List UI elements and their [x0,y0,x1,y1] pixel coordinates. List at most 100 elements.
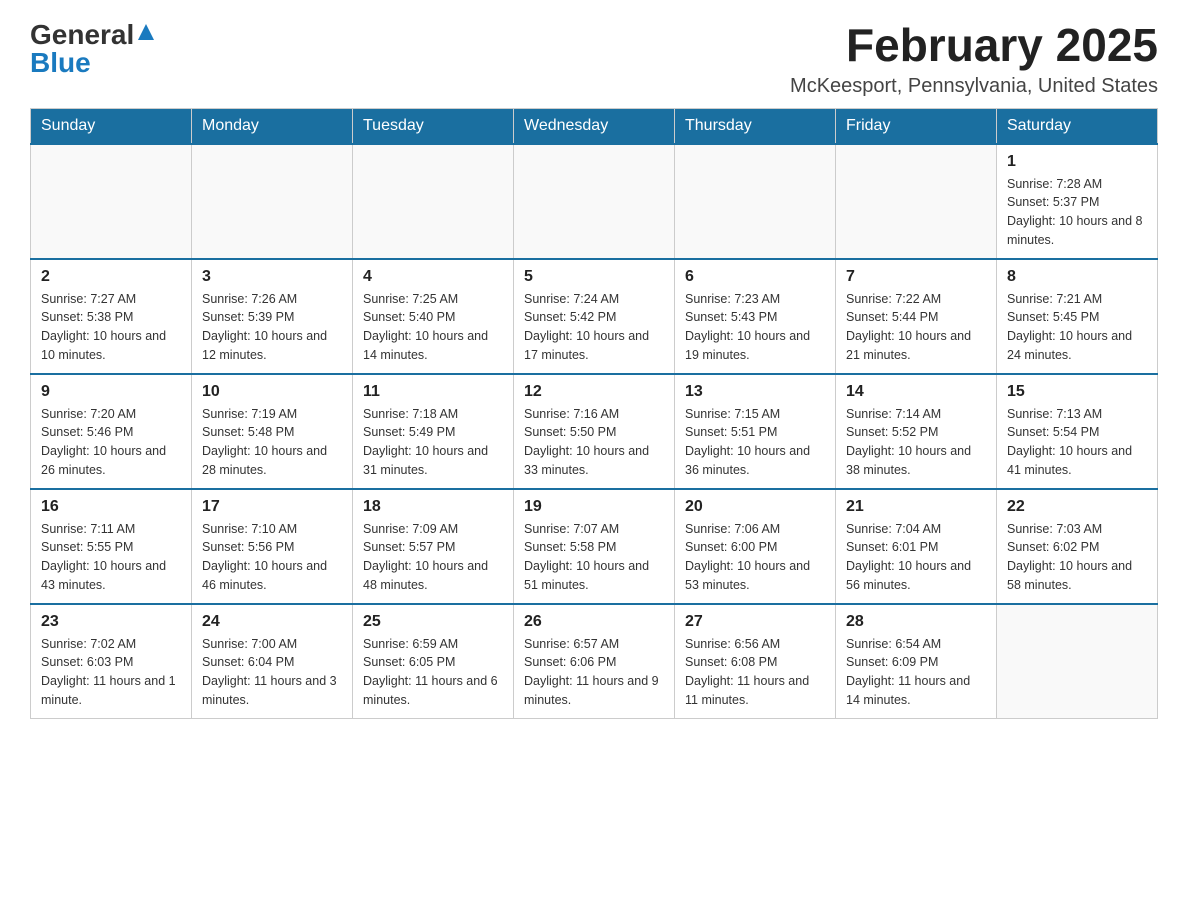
day-number: 10 [202,383,342,401]
calendar-header-thursday: Thursday [675,108,836,144]
day-number: 15 [1007,383,1147,401]
calendar-cell: 11 Sunrise: 7:18 AMSunset: 5:49 PMDayligh… [353,374,514,489]
calendar-cell: 21 Sunrise: 7:04 AMSunset: 6:01 PMDayligh… [836,489,997,604]
logo: General Blue [30,20,155,77]
calendar-header-tuesday: Tuesday [353,108,514,144]
day-number: 11 [363,383,503,401]
day-info: Sunrise: 7:21 AMSunset: 5:45 PMDaylight:… [1007,290,1147,365]
day-info: Sunrise: 7:09 AMSunset: 5:57 PMDaylight:… [363,520,503,595]
calendar-cell [514,144,675,259]
day-info: Sunrise: 7:22 AMSunset: 5:44 PMDaylight:… [846,290,986,365]
calendar-cell: 19Sunrise: 7:07 AMSunset: 5:58 PMDayligh… [514,489,675,604]
calendar-header-row: SundayMondayTuesdayWednesdayThursdayFrid… [31,108,1158,144]
day-number: 7 [846,268,986,286]
day-number: 18 [363,498,503,516]
day-info: Sunrise: 7:04 AMSunset: 6:01 PMDaylight:… [846,520,986,595]
day-info: Sunrise: 7:27 AMSunset: 5:38 PMDaylight:… [41,290,181,365]
day-info: Sunrise: 7:03 AMSunset: 6:02 PMDaylight:… [1007,520,1147,595]
day-info: Sunrise: 7:07 AMSunset: 5:58 PMDaylight:… [524,520,664,595]
day-info: Sunrise: 7:28 AMSunset: 5:37 PMDaylight:… [1007,175,1147,250]
day-info: Sunrise: 7:14 AMSunset: 5:52 PMDaylight:… [846,405,986,480]
day-info: Sunrise: 6:59 AMSunset: 6:05 PMDaylight:… [363,635,503,710]
day-info: Sunrise: 7:23 AMSunset: 5:43 PMDaylight:… [685,290,825,365]
day-number: 9 [41,383,181,401]
day-number: 13 [685,383,825,401]
calendar-cell: 12Sunrise: 7:16 AMSunset: 5:50 PMDayligh… [514,374,675,489]
calendar-cell [192,144,353,259]
calendar-cell: 27Sunrise: 6:56 AMSunset: 6:08 PMDayligh… [675,604,836,719]
day-number: 20 [685,498,825,516]
day-number: 23 [41,613,181,631]
day-number: 26 [524,613,664,631]
calendar-cell: 8 Sunrise: 7:21 AMSunset: 5:45 PMDaylight… [997,259,1158,374]
day-info: Sunrise: 7:15 AMSunset: 5:51 PMDaylight:… [685,405,825,480]
calendar-cell: 26 Sunrise: 6:57 AMSunset: 6:06 PMDayligh… [514,604,675,719]
day-number: 27 [685,613,825,631]
calendar-cell: 18 Sunrise: 7:09 AMSunset: 5:57 PMDayligh… [353,489,514,604]
day-info: Sunrise: 6:57 AMSunset: 6:06 PMDaylight:… [524,635,664,710]
page-header: General Blue February 2025 McKeesport, P… [30,20,1158,98]
calendar-cell: 7 Sunrise: 7:22 AMSunset: 5:44 PMDaylight… [836,259,997,374]
calendar-cell: 20 Sunrise: 7:06 AMSunset: 6:00 PMDayligh… [675,489,836,604]
calendar-header-saturday: Saturday [997,108,1158,144]
calendar-cell: 25 Sunrise: 6:59 AMSunset: 6:05 PMDayligh… [353,604,514,719]
calendar-cell: 28 Sunrise: 6:54 AMSunset: 6:09 PMDayligh… [836,604,997,719]
day-number: 8 [1007,268,1147,286]
day-info: Sunrise: 7:26 AMSunset: 5:39 PMDaylight:… [202,290,342,365]
calendar-cell [997,604,1158,719]
calendar-cell: 5Sunrise: 7:24 AMSunset: 5:42 PMDaylight… [514,259,675,374]
day-info: Sunrise: 7:16 AMSunset: 5:50 PMDaylight:… [524,405,664,480]
calendar-cell: 10 Sunrise: 7:19 AMSunset: 5:48 PMDayligh… [192,374,353,489]
week-row-1: 1 Sunrise: 7:28 AMSunset: 5:37 PMDaylight… [31,144,1158,259]
calendar-cell: 15Sunrise: 7:13 AMSunset: 5:54 PMDayligh… [997,374,1158,489]
logo-triangle-icon [137,23,155,46]
calendar-cell: 13 Sunrise: 7:15 AMSunset: 5:51 PMDayligh… [675,374,836,489]
day-info: Sunrise: 7:24 AMSunset: 5:42 PMDaylight:… [524,290,664,365]
week-row-3: 9Sunrise: 7:20 AMSunset: 5:46 PMDaylight… [31,374,1158,489]
day-info: Sunrise: 7:00 AMSunset: 6:04 PMDaylight:… [202,635,342,710]
week-row-2: 2 Sunrise: 7:27 AMSunset: 5:38 PMDaylight… [31,259,1158,374]
day-number: 16 [41,498,181,516]
calendar-cell: 17 Sunrise: 7:10 AMSunset: 5:56 PMDayligh… [192,489,353,604]
calendar-header-friday: Friday [836,108,997,144]
day-info: Sunrise: 7:02 AMSunset: 6:03 PMDaylight:… [41,635,181,710]
logo-blue-text: Blue [30,49,91,77]
calendar-cell [353,144,514,259]
day-number: 3 [202,268,342,286]
calendar-cell: 6 Sunrise: 7:23 AMSunset: 5:43 PMDaylight… [675,259,836,374]
calendar-cell: 23 Sunrise: 7:02 AMSunset: 6:03 PMDayligh… [31,604,192,719]
calendar-cell: 1 Sunrise: 7:28 AMSunset: 5:37 PMDaylight… [997,144,1158,259]
day-number: 28 [846,613,986,631]
location-subtitle: McKeesport, Pennsylvania, United States [790,75,1158,98]
day-number: 6 [685,268,825,286]
day-number: 4 [363,268,503,286]
calendar-cell: 22 Sunrise: 7:03 AMSunset: 6:02 PMDayligh… [997,489,1158,604]
day-number: 24 [202,613,342,631]
calendar-cell [836,144,997,259]
day-number: 25 [363,613,503,631]
day-number: 21 [846,498,986,516]
calendar-cell [31,144,192,259]
day-info: Sunrise: 7:25 AMSunset: 5:40 PMDaylight:… [363,290,503,365]
calendar-header-wednesday: Wednesday [514,108,675,144]
day-number: 17 [202,498,342,516]
title-block: February 2025 McKeesport, Pennsylvania, … [790,20,1158,98]
calendar-cell: 9Sunrise: 7:20 AMSunset: 5:46 PMDaylight… [31,374,192,489]
day-number: 2 [41,268,181,286]
calendar-cell: 3 Sunrise: 7:26 AMSunset: 5:39 PMDaylight… [192,259,353,374]
day-info: Sunrise: 7:19 AMSunset: 5:48 PMDaylight:… [202,405,342,480]
day-number: 22 [1007,498,1147,516]
month-title: February 2025 [790,20,1158,71]
day-number: 1 [1007,153,1147,171]
calendar-cell: 16 Sunrise: 7:11 AMSunset: 5:55 PMDayligh… [31,489,192,604]
day-info: Sunrise: 7:18 AMSunset: 5:49 PMDaylight:… [363,405,503,480]
day-info: Sunrise: 6:54 AMSunset: 6:09 PMDaylight:… [846,635,986,710]
calendar-cell [675,144,836,259]
calendar-cell: 14Sunrise: 7:14 AMSunset: 5:52 PMDayligh… [836,374,997,489]
calendar-cell: 4 Sunrise: 7:25 AMSunset: 5:40 PMDaylight… [353,259,514,374]
week-row-5: 23 Sunrise: 7:02 AMSunset: 6:03 PMDayligh… [31,604,1158,719]
calendar-cell: 24 Sunrise: 7:00 AMSunset: 6:04 PMDayligh… [192,604,353,719]
day-info: Sunrise: 7:11 AMSunset: 5:55 PMDaylight:… [41,520,181,595]
day-info: Sunrise: 7:10 AMSunset: 5:56 PMDaylight:… [202,520,342,595]
day-info: Sunrise: 7:06 AMSunset: 6:00 PMDaylight:… [685,520,825,595]
